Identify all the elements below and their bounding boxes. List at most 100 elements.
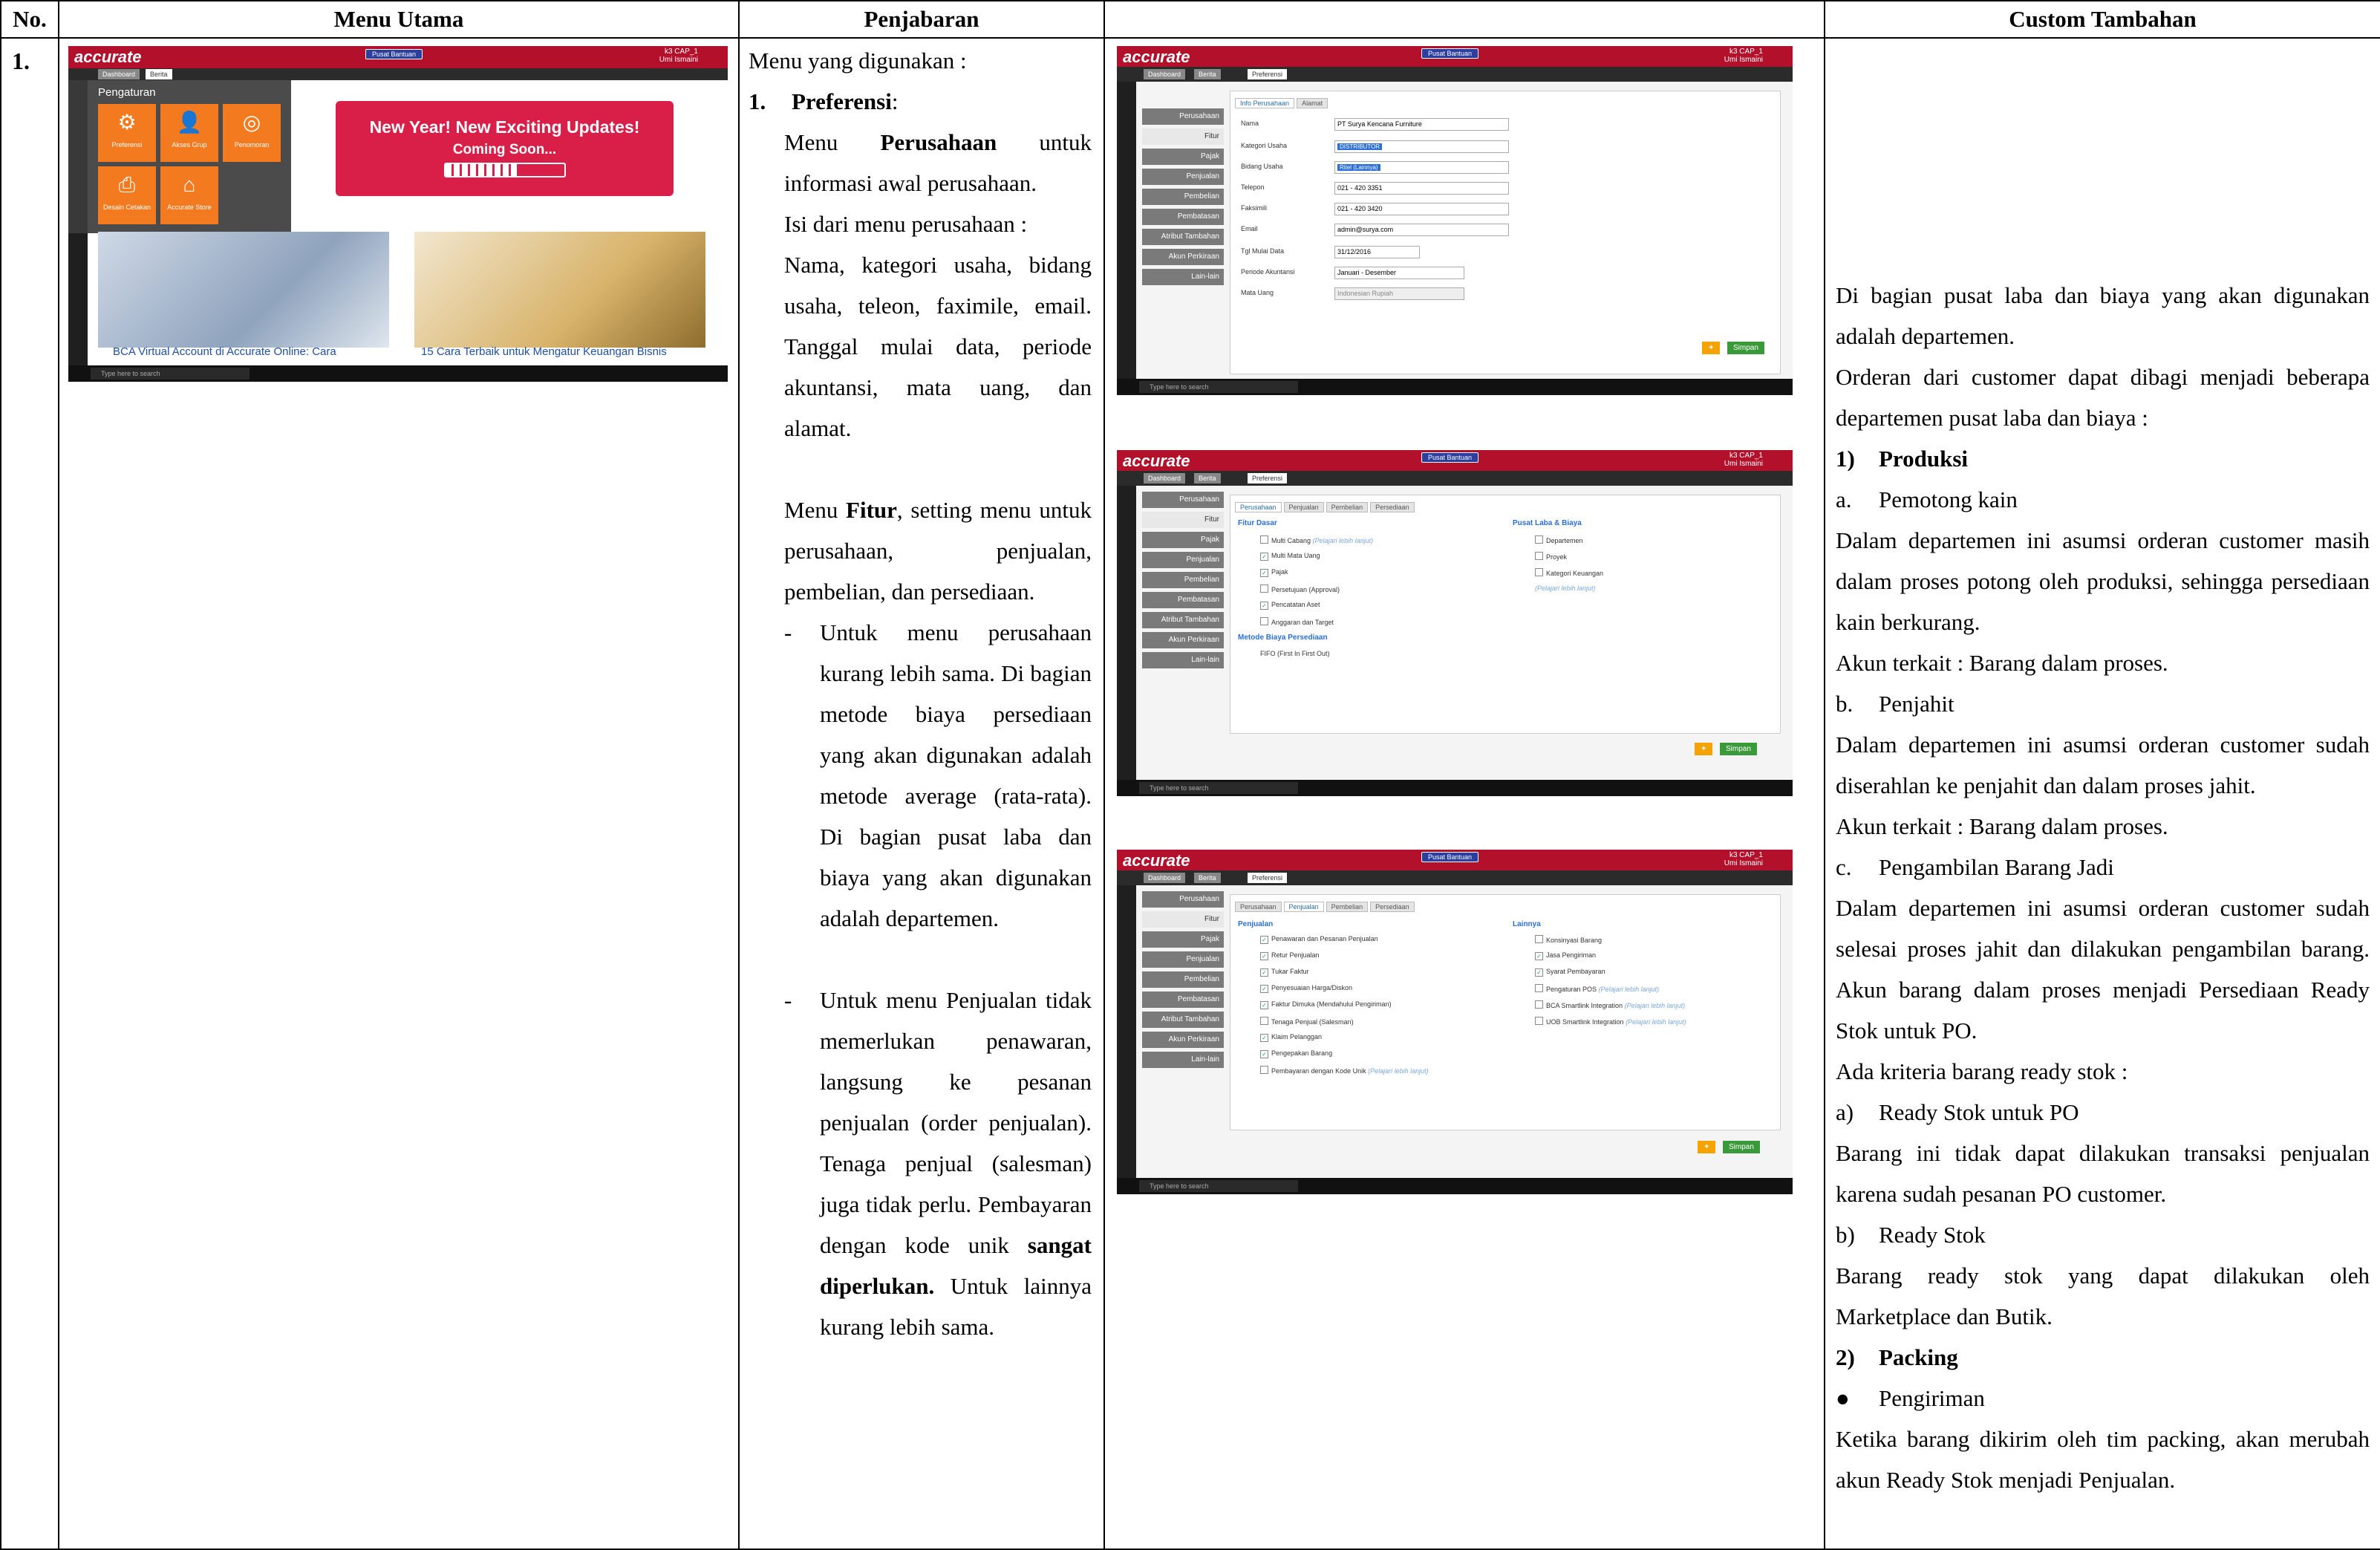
tab-dashboard[interactable]: Dashboard — [1144, 473, 1186, 483]
save-button[interactable]: Simpan — [1723, 1141, 1760, 1153]
tab-berita[interactable]: Berita — [1194, 69, 1221, 79]
check-anggaran[interactable]: Anggaran dan Target — [1260, 617, 1334, 626]
input-kategori-usaha[interactable]: DISTRIBUTOR — [1334, 140, 1509, 153]
menu-akun-perkiraan[interactable]: Akun Perkiraan — [1142, 249, 1224, 265]
input-tgl-mulai[interactable]: 31/12/2016 — [1334, 246, 1420, 258]
tile-desain-cetakan[interactable]: ⎙ Desain Cetakan — [98, 166, 156, 224]
tab-berita[interactable]: Berita — [1194, 873, 1221, 883]
menu-lain-lain[interactable]: Lain-lain — [1142, 652, 1224, 668]
menu-fitur[interactable]: Fitur — [1142, 911, 1224, 928]
ptab-info-perusahaan[interactable]: Info Perusahaan — [1235, 98, 1295, 108]
tab-preferensi[interactable]: Preferensi — [1248, 873, 1288, 883]
menu-pembelian[interactable]: Pembelian — [1142, 572, 1224, 588]
check-jasa-pengiriman[interactable]: ✓ Jasa Pengiriman — [1535, 951, 1596, 960]
check-pengepakan[interactable]: ✓ Pengepakan Barang — [1260, 1049, 1332, 1058]
menu-penjualan[interactable]: Penjualan — [1142, 951, 1224, 968]
menu-penjualan[interactable]: Penjualan — [1142, 169, 1224, 185]
save-button[interactable]: Simpan — [1727, 342, 1764, 354]
input-email[interactable]: admin@surya.com — [1334, 224, 1509, 236]
ptab-penjualan[interactable]: Penjualan — [1283, 502, 1324, 512]
menu-atribut-tambahan[interactable]: Atribut Tambahan — [1142, 612, 1224, 628]
input-nama[interactable]: PT Surya Kencana Furniture — [1334, 118, 1509, 131]
menu-akun-perkiraan[interactable]: Akun Perkiraan — [1142, 632, 1224, 648]
help-button[interactable]: Pusat Bantuan — [1421, 852, 1479, 862]
check-penawaran[interactable]: ✓ Penawaran dan Pesanan Penjualan — [1260, 935, 1378, 944]
bulb-icon[interactable]: ✦ — [1695, 743, 1713, 755]
tab-dashboard[interactable]: Dashboard — [1144, 69, 1186, 79]
input-bidang-usaha[interactable]: Ritel (Lainnya) — [1334, 161, 1509, 174]
save-button[interactable]: Simpan — [1720, 743, 1757, 755]
check-kategori-keuangan[interactable]: Kategori Keuangan — [1535, 568, 1603, 577]
menu-pajak[interactable]: Pajak — [1142, 931, 1224, 948]
taskbar-search[interactable]: Type here to search — [1139, 1180, 1298, 1192]
menu-atribut-tambahan[interactable]: Atribut Tambahan — [1142, 229, 1224, 245]
check-syarat-pembayaran[interactable]: ✓ Syarat Pembayaran — [1535, 968, 1605, 977]
news-title-2[interactable]: 15 Cara Terbaik untuk Mengatur Keuangan … — [421, 345, 667, 358]
check-pajak[interactable]: ✓ Pajak — [1260, 568, 1288, 577]
menu-lain-lain[interactable]: Lain-lain — [1142, 1052, 1224, 1068]
input-telepon[interactable]: 021 - 420 3351 — [1334, 182, 1509, 195]
learn-link[interactable]: (Pelajari lebih lanjut) — [1313, 537, 1374, 544]
tile-preferensi[interactable]: ⚙ Preferensi — [98, 104, 156, 162]
news-image-1[interactable] — [98, 232, 389, 348]
menu-lain-lain[interactable]: Lain-lain — [1142, 269, 1224, 285]
help-button[interactable]: Pusat Bantuan — [1421, 48, 1479, 59]
news-image-2[interactable] — [414, 232, 705, 348]
menu-pajak[interactable]: Pajak — [1142, 532, 1224, 548]
check-faktur-dimuka[interactable]: ✓ Faktur Dimuka (Mendahului Pengiriman) — [1260, 1000, 1392, 1009]
check-persetujuan[interactable]: Persetujuan (Approval) — [1260, 584, 1340, 593]
menu-pembatasan[interactable]: Pembatasan — [1142, 592, 1224, 608]
learn-link[interactable]: (Pelajari lebih lanjut) — [1368, 1067, 1429, 1075]
learn-link[interactable]: (Pelajari lebih lanjut) — [1599, 986, 1660, 993]
check-pos[interactable]: Pengaturan POS (Pelajari lebih lanjut) — [1535, 984, 1659, 993]
tile-akses-grup[interactable]: 👤 Akses Grup — [160, 104, 218, 162]
ptab-persediaan[interactable]: Persediaan — [1370, 902, 1415, 912]
check-multi-cabang[interactable]: Multi Cabang (Pelajari lebih lanjut) — [1260, 535, 1373, 544]
learn-link[interactable]: (Pelajari lebih lanjut) — [1626, 1018, 1686, 1026]
check-pencatatan-aset[interactable]: ✓ Pencatatan Aset — [1260, 601, 1320, 610]
promo-banner[interactable]: New Year! New Exciting Updates! Coming S… — [336, 101, 674, 196]
check-uob-smartlink[interactable]: UOB Smartlink Integration (Pelajari lebi… — [1535, 1017, 1686, 1026]
tab-preferensi[interactable]: Preferensi — [1248, 69, 1288, 79]
menu-penjualan[interactable]: Penjualan — [1142, 552, 1224, 568]
ptab-penjualan[interactable]: Penjualan — [1283, 902, 1324, 912]
menu-perusahaan[interactable]: Perusahaan — [1142, 108, 1224, 125]
menu-pembelian[interactable]: Pembelian — [1142, 971, 1224, 988]
menu-perusahaan[interactable]: Perusahaan — [1142, 492, 1224, 508]
menu-pembelian[interactable]: Pembelian — [1142, 189, 1224, 205]
check-konsinyasi[interactable]: Konsinyasi Barang — [1535, 935, 1602, 944]
menu-fitur[interactable]: Fitur — [1142, 128, 1224, 145]
input-faksimili[interactable]: 021 - 420 3420 — [1334, 203, 1509, 215]
check-retur[interactable]: ✓ Retur Penjualan — [1260, 951, 1320, 960]
help-button[interactable]: Pusat Bantuan — [365, 49, 423, 59]
menu-pembatasan[interactable]: Pembatasan — [1142, 209, 1224, 225]
menu-atribut-tambahan[interactable]: Atribut Tambahan — [1142, 1012, 1224, 1028]
tab-berita[interactable]: Berita — [146, 69, 172, 79]
ptab-perusahaan[interactable]: Perusahaan — [1235, 902, 1282, 912]
taskbar-search[interactable]: Type here to search — [91, 368, 250, 380]
bulb-icon[interactable]: ✦ — [1698, 1141, 1716, 1153]
help-button[interactable]: Pusat Bantuan — [1421, 452, 1479, 463]
menu-perusahaan[interactable]: Perusahaan — [1142, 891, 1224, 908]
check-klaim[interactable]: ✓ Klaim Pelanggan — [1260, 1033, 1322, 1042]
taskbar-search[interactable]: Type here to search — [1139, 381, 1298, 393]
bulb-icon[interactable]: ✦ — [1702, 342, 1721, 354]
check-departemen[interactable]: Departemen — [1535, 535, 1583, 544]
select-periode[interactable]: Januari - Desember — [1334, 267, 1464, 279]
learn-link[interactable]: (Pelajari lebih lanjut) — [1625, 1002, 1686, 1009]
tab-berita[interactable]: Berita — [1194, 473, 1221, 483]
tile-penomoran[interactable]: ◎ Penomoran — [223, 104, 281, 162]
tile-accurate-store[interactable]: ⌂ Accurate Store — [160, 166, 218, 224]
check-tukar-faktur[interactable]: ✓ Tukar Faktur — [1260, 968, 1309, 977]
check-multi-mata-uang[interactable]: ✓ Multi Mata Uang — [1260, 552, 1320, 561]
check-proyek[interactable]: Proyek — [1535, 552, 1567, 561]
menu-akun-perkiraan[interactable]: Akun Perkiraan — [1142, 1032, 1224, 1048]
tab-dashboard[interactable]: Dashboard — [98, 69, 140, 79]
ptab-pembelian[interactable]: Pembelian — [1326, 502, 1369, 512]
tab-preferensi[interactable]: Preferensi — [1248, 473, 1288, 483]
ptab-perusahaan[interactable]: Perusahaan — [1235, 502, 1282, 512]
news-title-1[interactable]: BCA Virtual Account di Accurate Online: … — [113, 345, 336, 358]
check-bca-smartlink[interactable]: BCA Smartlink Integration (Pelajari lebi… — [1535, 1000, 1685, 1009]
check-tenaga-penjual[interactable]: Tenaga Penjual (Salesman) — [1260, 1017, 1354, 1026]
ptab-persediaan[interactable]: Persediaan — [1370, 502, 1415, 512]
